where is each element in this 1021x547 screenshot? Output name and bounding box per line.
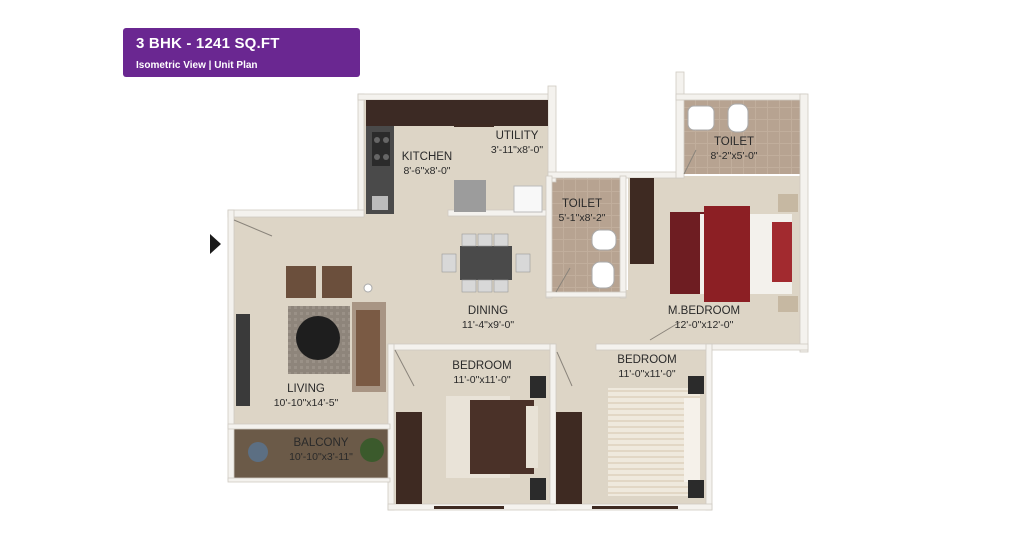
tv-unit: [236, 314, 250, 406]
kitchen-counter-top: [366, 100, 548, 126]
living-label: LIVING 10'-10"x14'-5": [273, 383, 339, 409]
side-table: [778, 194, 798, 212]
wardrobe: [556, 412, 582, 504]
armchair-2: [322, 266, 352, 298]
dining-table: [460, 246, 512, 280]
plant: [360, 438, 384, 462]
toilet1-label: TOILET 5'-1"x8'-2": [558, 198, 606, 224]
toilet2-label: TOILET 8'-2"x5'-0": [710, 136, 758, 162]
bed-1: [470, 400, 534, 474]
lamp: [363, 283, 373, 293]
wardrobe: [396, 412, 422, 504]
balcony-chair: [248, 442, 268, 462]
wardrobe: [630, 178, 654, 264]
washing-machine: [513, 185, 543, 213]
kitchen-label: KITCHEN 8'-6"x8'-0": [401, 151, 453, 177]
floor-plan: [227, 71, 809, 511]
stove: [372, 132, 390, 166]
dining-label: DINING 11'-4"x9'-0": [461, 305, 515, 331]
utility-label: UTILITY 3'-11"x8'-0": [490, 130, 544, 156]
entrance-arrow: [210, 234, 221, 254]
balcony-label: BALCONY 10'-10"x3'-11": [289, 437, 353, 463]
mbedroom-label: M.BEDROOM 12'-0"x12'-0": [667, 305, 741, 331]
bedroom2-label: BEDROOM 11'-0"x11'-0": [617, 354, 677, 380]
armchair-1: [286, 266, 316, 298]
sink: [372, 196, 388, 210]
bedroom1-label: BEDROOM 11'-0"x11'-0": [452, 360, 512, 386]
coffee-table: [296, 316, 340, 360]
fridge: [454, 180, 486, 212]
